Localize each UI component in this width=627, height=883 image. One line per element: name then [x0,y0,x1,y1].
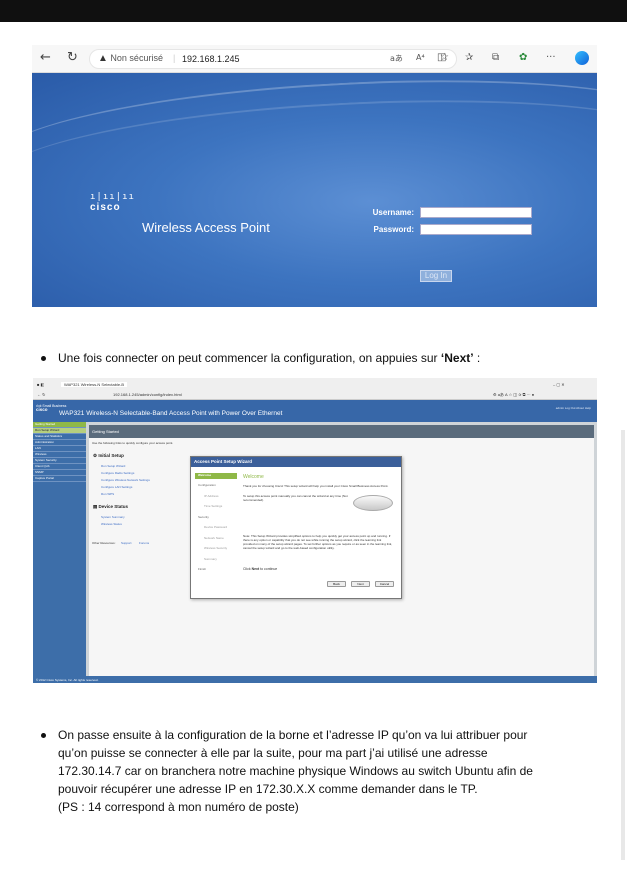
link-lan-settings[interactable]: Configure LAN Settings [101,485,132,489]
warning-icon: ▲ [98,53,108,64]
address-text[interactable]: 192.168.1.245 [182,54,240,64]
login-button[interactable]: Log In [420,270,452,282]
browser-address[interactable]: 192.168.1.245/admin/config/index.html [113,392,182,397]
app-header: ılıılı Small Business cisco WAP321 Wirele… [33,400,597,422]
favorites-icon[interactable]: ✰ [465,52,473,63]
paragraph-line: qu’on puisse se connecter à elle par la … [58,746,488,760]
wizard-text-1: Thank you for choosing Cisco! This setup… [243,484,389,488]
wizard-step-welcome: Welcome [195,473,237,479]
continue-text: to continue [259,567,278,571]
paragraph-line: On passe ensuite à la configuration de l… [58,728,528,742]
extension-icon[interactable]: ✿ [519,52,527,63]
wizard-next-button[interactable]: Next [351,581,370,587]
wizard-click-next: Click Next to continue [243,567,393,571]
wizard-back-button[interactable]: Back [327,581,346,587]
device-title: WAP321 Wireless-N Selectable-Band Access… [59,410,283,417]
sidebar-nav: Getting Started Run Setup Wizard Status … [33,422,86,683]
browser-chrome: WAP321 Wireless-N Selectable-B ■ ◧ ← ↻ 1… [33,378,597,400]
page-scroll-edge [621,430,625,860]
link-wireless-status[interactable]: Wireless Status [101,522,122,526]
username-label: Username: [372,208,414,217]
getting-started-heading: Getting Started [89,425,594,438]
cisco-bars-icon: ı|ıı|ıı [90,192,135,202]
click-text: Click [243,567,252,571]
status-icon: ▤ [93,504,98,509]
back-icon[interactable]: ← [40,50,51,65]
username-input[interactable] [420,207,532,218]
link-forums[interactable]: Forums [139,541,149,545]
paragraph-text-start: Une fois connecter on peut commencer la … [58,351,441,365]
more-menu-icon[interactable]: ··· [546,52,556,63]
link-system-summary[interactable]: System Summary [101,515,125,519]
wizard-step-time-settings: Time Settings [204,504,223,508]
security-label: Non sécurisé [110,53,163,63]
initial-setup-heading: ⚙ Initial Setup [93,453,124,459]
link-radio-settings[interactable]: Configure Radio Settings [101,471,134,475]
intro-text: Use the following links to quickly confi… [92,441,174,445]
device-status-label: Device Status [98,504,129,509]
security-indicator[interactable]: ▲ Non sécurisé [98,53,163,64]
paragraph-line: pouvoir récupérer une adresse IP en 172.… [58,782,478,796]
sidebar-item-captive-portal[interactable]: Captive Portal [33,476,86,482]
bullet-dot [41,356,46,361]
address-bar[interactable]: ▲ Non sécurisé | 192.168.1.245 aあ A⁴ ☆ [89,49,457,69]
link-run-wps[interactable]: Run WPS [101,492,114,496]
wizard-step-summary: Summary [204,556,217,561]
password-input[interactable] [420,224,532,235]
access-point-device-image [353,495,393,511]
wizard-welcome-heading: Welcome [243,474,264,480]
wizard-step-configuration: Configuration [198,483,216,487]
password-label: Password: [373,225,414,234]
device-status-heading: ▤ Device Status [93,504,128,510]
wizard-cancel-button[interactable]: Cancel [375,581,394,587]
wizard-step-wireless-security: Wireless Security [204,546,228,550]
cisco-logo: ı|ıı|ıı cisco [90,192,135,213]
setup-gear-icon: ⚙ [93,453,98,458]
paragraph-line: 172.30.14.7 car on branchera notre machi… [58,764,533,778]
wizard-step-network-name: Network Name [204,535,224,540]
window-buttons-icon[interactable]: – ▢ ✕ [553,382,565,387]
paragraph-bold-next: ‘Next’ [440,351,474,365]
wizard-step-device-password: Device Password [204,525,228,529]
initial-setup-label: Initial Setup [98,453,124,458]
split-screen-icon[interactable]: ◫ [437,52,446,63]
address-divider: | [173,53,176,63]
link-wireless-network[interactable]: Configure Wireless Network Settings [101,478,150,482]
wizard-step-finish: Finish [198,567,207,571]
link-support[interactable]: Support [121,541,132,545]
product-title: Wireless Access Point [142,220,270,235]
login-screenshot: ← ↻ ▲ Non sécurisé | 192.168.1.245 aあ A⁴… [32,45,597,307]
wizard-steps: Welcome Configuration IP Address Time Se… [195,473,237,578]
copilot-icon[interactable] [575,51,589,65]
setup-wizard-dialog: Access Point Setup Wizard Welcome Config… [190,456,402,599]
link-run-setup-wizard[interactable]: Run Setup Wizard [101,464,125,468]
paragraph-text-end: : [473,351,481,365]
page-footer: © 2012 Cisco Systems, Inc. All rights re… [33,676,597,683]
browser-toolbar: ← ↻ ▲ Non sécurisé | 192.168.1.245 aあ A⁴… [32,45,597,73]
collections-icon[interactable]: ⧉ [492,52,499,63]
wizard-step-security: Security [198,514,209,519]
bullet-dot [41,733,46,738]
toolbar-icons[interactable]: ⚙ aあ A ☆ ◫ ✰ ⧉ ··· ● [493,392,534,398]
read-aloud-icon[interactable]: aあ [390,53,403,64]
paragraph-text: Une fois connecter on peut commencer la … [58,349,593,367]
nav-arrows-icon[interactable]: ← ↻ [37,392,45,397]
header-links[interactable]: admin Log Out About Help [556,406,591,410]
text-size-icon[interactable]: A⁴ [416,53,425,62]
paragraph-line: (PS : 14 correspond à mon numéro de post… [58,800,299,814]
top-black-bar [0,0,627,22]
login-page: ı|ıı|ıı cisco Wireless Access Point User… [32,64,597,307]
browser-tab[interactable]: WAP321 Wireless-N Selectable-B [61,382,128,387]
cisco-logo-text: cisco [90,202,121,213]
wizard-screenshot: WAP321 Wireless-N Selectable-B ■ ◧ ← ↻ 1… [33,378,597,683]
window-controls-icon[interactable]: ■ ◧ [37,382,44,387]
paragraph-text: On passe ensuite à la configuration de l… [58,726,593,816]
wizard-text-2: To setup this access point manually you … [243,494,348,502]
refresh-icon[interactable]: ↻ [67,50,78,65]
wizard-title: Access Point Setup Wizard [191,457,401,467]
other-resources-label: Other Resources: [92,541,116,545]
wizard-note: Note: This Setup Wizard provides simplif… [243,534,393,550]
wizard-step-ip-address: IP Address [204,493,219,498]
